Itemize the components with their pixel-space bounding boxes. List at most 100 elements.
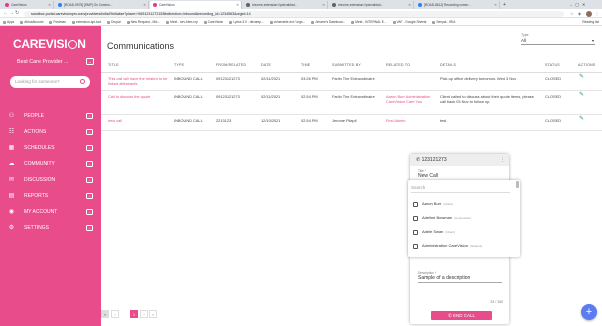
- bookmark-item[interactable]: Meet - sev-bbm-rxp: [166, 18, 198, 25]
- bookmark-item[interactable]: Jerome's Dashboar...: [311, 18, 345, 25]
- more-options-icon[interactable]: ⋮: [500, 154, 505, 166]
- browser-tab-active[interactable]: CareVision ✕: [150, 1, 242, 9]
- chevron-down-icon[interactable]: ⌄: [86, 113, 93, 119]
- chevron-down-icon[interactable]: ⌄: [86, 177, 93, 183]
- cell-type: INBOUND CALL: [174, 118, 203, 123]
- back-icon[interactable]: ←: [3, 10, 8, 17]
- table-row[interactable]: Call to discuss the quote INBOUND CALL 091…: [101, 91, 602, 115]
- chevron-down-icon[interactable]: ⌄: [86, 225, 93, 231]
- browser-tab[interactable]: chrome-extension://pcbvahbal... ✕: [329, 1, 414, 9]
- menu-dots-icon[interactable]: ⋮: [595, 10, 599, 17]
- bookmark-item[interactable]: extension-api-tool: [72, 18, 101, 25]
- window-controls[interactable]: –▢✕: [570, 0, 588, 9]
- sidebar-item-community[interactable]: ☁ COMMUNITY ⌄: [0, 158, 101, 170]
- option-checkbox[interactable]: [413, 229, 418, 235]
- profile-avatar[interactable]: [586, 10, 592, 17]
- reload-icon[interactable]: ↻: [15, 10, 19, 17]
- close-tab-icon[interactable]: ✕: [236, 1, 239, 9]
- dropdown-option[interactable]: Administration CareVision (Student): [413, 241, 513, 251]
- sidebar-item-actions[interactable]: ☷ ACTIONS ⌄: [0, 126, 101, 138]
- column-from-related[interactable]: FROM/RELATED: [216, 63, 246, 67]
- close-tab-icon[interactable]: ✕: [408, 1, 411, 9]
- type-filter-select[interactable]: All ▾: [521, 38, 595, 45]
- bookmark-item[interactable]: Meet - INTERNAL E...: [351, 18, 387, 25]
- chevron-down-icon[interactable]: ⌄: [86, 129, 93, 135]
- option-checkbox[interactable]: [413, 201, 418, 207]
- bookmark-icon: [72, 20, 75, 24]
- sidebar-item-discussion[interactable]: ✉ DISCUSSION ⌄: [0, 174, 101, 186]
- reading-list[interactable]: Reading list: [582, 18, 599, 25]
- browser-tab[interactable]: [ROAD-8612] Recording comm... ✕: [415, 1, 500, 9]
- sidebar-item-people[interactable]: ⚇ PEOPLE ⌄: [0, 110, 101, 122]
- last-page-button[interactable]: »: [149, 310, 157, 318]
- column-date[interactable]: DATE: [261, 63, 271, 67]
- edit-pencil-icon[interactable]: ✎: [579, 74, 584, 80]
- provider-name[interactable]: Best Care Provider ...: [17, 59, 69, 65]
- chevron-down-icon[interactable]: ⌄: [86, 193, 93, 199]
- chevron-down-icon[interactable]: ⌄: [86, 209, 93, 215]
- page-1-button[interactable]: 1: [130, 310, 138, 318]
- column-related-to[interactable]: RELATED TO: [386, 63, 410, 67]
- close-tab-icon[interactable]: ✕: [143, 1, 146, 9]
- column-details[interactable]: DETAILS: [440, 63, 456, 67]
- sidebar-item-schedules[interactable]: ▦ SCHEDULES ⌄: [0, 142, 101, 154]
- description-field[interactable]: Description * Sample of a description: [418, 271, 502, 283]
- option-checkbox[interactable]: [413, 215, 418, 221]
- dropdown-option[interactable]: Adeline Bowman (Connection): [413, 213, 513, 223]
- edit-pencil-icon[interactable]: ✎: [579, 92, 584, 98]
- sidebar-item-my-account[interactable]: ◉ MY ACCOUNT ⌄: [0, 206, 101, 218]
- bookmark-item[interactable]: VAF - Google Sheets: [392, 18, 426, 25]
- cell-title[interactable]: new call: [108, 118, 170, 123]
- browser-tab[interactable]: CareVision ✕: [2, 1, 54, 9]
- chevron-down-icon[interactable]: ⌄: [86, 145, 93, 151]
- column-status[interactable]: STATUS: [545, 63, 560, 67]
- forward-icon[interactable]: →: [9, 10, 14, 17]
- star-icon[interactable]: ☆: [570, 10, 574, 17]
- bookmark-item[interactable]: Senpai - IRIA: [432, 18, 455, 25]
- cell-related-to[interactable]: Aaron Burr Administration CareVision Car…: [386, 94, 434, 104]
- bookmark-item[interactable]: Drupal: [107, 18, 121, 25]
- bookmark-item[interactable]: New Request - Mix...: [126, 18, 160, 25]
- dropdown-scrollbar[interactable]: [516, 181, 519, 188]
- table-row[interactable]: This call will have the related to be li…: [101, 73, 602, 91]
- close-tab-icon[interactable]: ✕: [494, 1, 497, 9]
- dropdown-search-input[interactable]: Search: [411, 183, 510, 193]
- end-call-button[interactable]: ✆ END CALL: [431, 311, 492, 320]
- bookmark-item[interactable]: Lyrics 3.0 - devamp...: [229, 18, 264, 25]
- extensions-icon[interactable]: ◈: [578, 10, 581, 17]
- column-title[interactable]: TITLE: [108, 63, 119, 67]
- option-name: Adeline Bowman: [422, 215, 453, 220]
- bookmark-item[interactable]: CareVision: [203, 18, 223, 25]
- bookmark-item[interactable]: Apps: [3, 18, 14, 25]
- browser-tab[interactable]: [ROAD-9975] [SMP] On Commu... ✕: [55, 1, 149, 9]
- cell-title[interactable]: Call to discuss the quote: [108, 94, 170, 99]
- close-tab-icon[interactable]: ✕: [322, 1, 325, 9]
- browser-tab[interactable]: chrome-extension://pcbvahbal... ✕: [243, 1, 328, 9]
- prev-page-button[interactable]: ‹: [111, 310, 119, 318]
- edit-pencil-icon[interactable]: ✎: [579, 116, 584, 122]
- close-tab-icon[interactable]: ✕: [48, 1, 51, 9]
- new-tab-button[interactable]: +: [501, 1, 509, 9]
- sidebar-item-settings[interactable]: ⚙ SETTINGS ⌄: [0, 222, 101, 234]
- sidebar-search-input[interactable]: Looking for someone?: [10, 76, 90, 88]
- search-icon[interactable]: [80, 79, 85, 84]
- next-page-button[interactable]: ›: [140, 310, 148, 318]
- sidebar-item-reports[interactable]: ▤ REPORTS ⌄: [0, 190, 101, 202]
- cell-title[interactable]: This call will have the related to be li…: [108, 76, 170, 86]
- first-page-button[interactable]: «: [101, 310, 109, 318]
- chevron-down-icon[interactable]: ⌄: [86, 161, 93, 167]
- dropdown-option[interactable]: Aaron Burr (Client): [413, 199, 513, 209]
- column-type[interactable]: TYPE: [174, 63, 184, 67]
- column-submitted-by[interactable]: SUBMITTED BY: [332, 63, 361, 67]
- dropdown-option[interactable]: Adele Swan (Client): [413, 227, 513, 237]
- cell-related-to[interactable]: First Admin: [386, 118, 434, 123]
- bookmark-item[interactable]: vulnerable-ext / orgs...: [269, 18, 305, 25]
- bookmark-item[interactable]: Postman: [49, 18, 66, 25]
- provider-dropdown-chevron-icon[interactable]: ⌄: [86, 58, 94, 65]
- column-time[interactable]: TIME: [301, 63, 310, 67]
- option-checkbox[interactable]: [413, 243, 418, 249]
- add-button[interactable]: +: [581, 304, 597, 320]
- table-row[interactable]: new call INBOUND CALL 2213123 12/10/2021 02:…: [101, 115, 602, 131]
- bookmark-item[interactable]: AfricaAbound: [20, 18, 43, 25]
- url-input[interactable]: sandbox.portal.carevisionpm.com/provider…: [24, 10, 564, 17]
